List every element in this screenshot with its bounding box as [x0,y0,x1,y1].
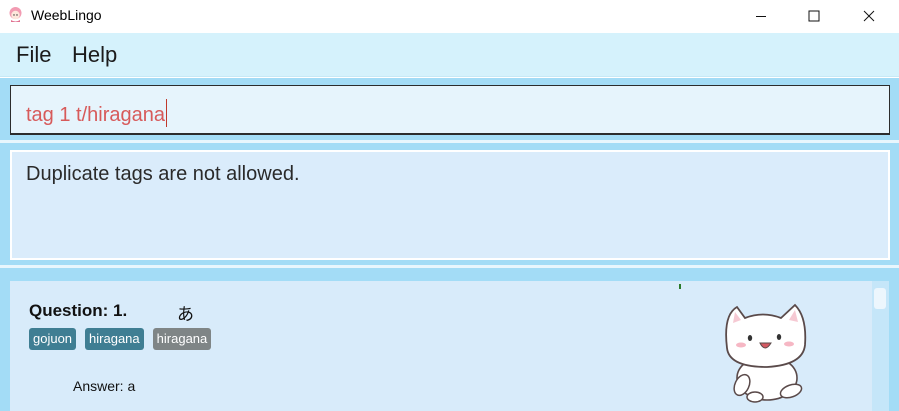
maximize-button[interactable] [791,0,837,31]
command-input[interactable]: tag 1 t/hiragana [10,85,890,135]
answer-text: Answer: a [73,378,136,394]
command-text: tag 1 t/hiragana [26,99,167,127]
divider [0,265,899,268]
tag-badge: gojuon [29,328,77,350]
marker [679,284,681,289]
tag-badge: hiragana [152,328,212,350]
text-caret [166,99,167,127]
close-button[interactable] [846,0,892,31]
cat-icon [725,303,807,403]
result-message: Duplicate tags are not allowed. [26,163,300,185]
question-label: Question: 1. [29,301,128,320]
question-text: あ [177,305,194,325]
scrollbar-thumb[interactable] [874,288,886,309]
minimize-button[interactable] [738,0,784,31]
menu-bar: File Help [0,33,899,77]
menu-file[interactable]: File [16,42,51,68]
menu-help[interactable]: Help [72,42,117,68]
window-title: WeebLingo [31,7,102,23]
tag-badge: hiragana [85,328,144,350]
divider [0,140,899,143]
title-bar: WeebLingo [0,0,899,33]
result-display: Duplicate tags are not allowed. [10,150,890,260]
scrollbar[interactable] [872,281,889,411]
app-logo-icon [9,7,22,22]
command-value: tag 1 t/hiragana [26,104,165,126]
minimize-icon [756,15,766,17]
flashcard-list-panel: Question: 1. あ gojuon hiragana hiragana … [10,281,872,411]
close-icon [863,10,875,21]
maximize-icon [808,10,820,21]
tag-list: gojuon hiragana hiragana [29,328,212,350]
